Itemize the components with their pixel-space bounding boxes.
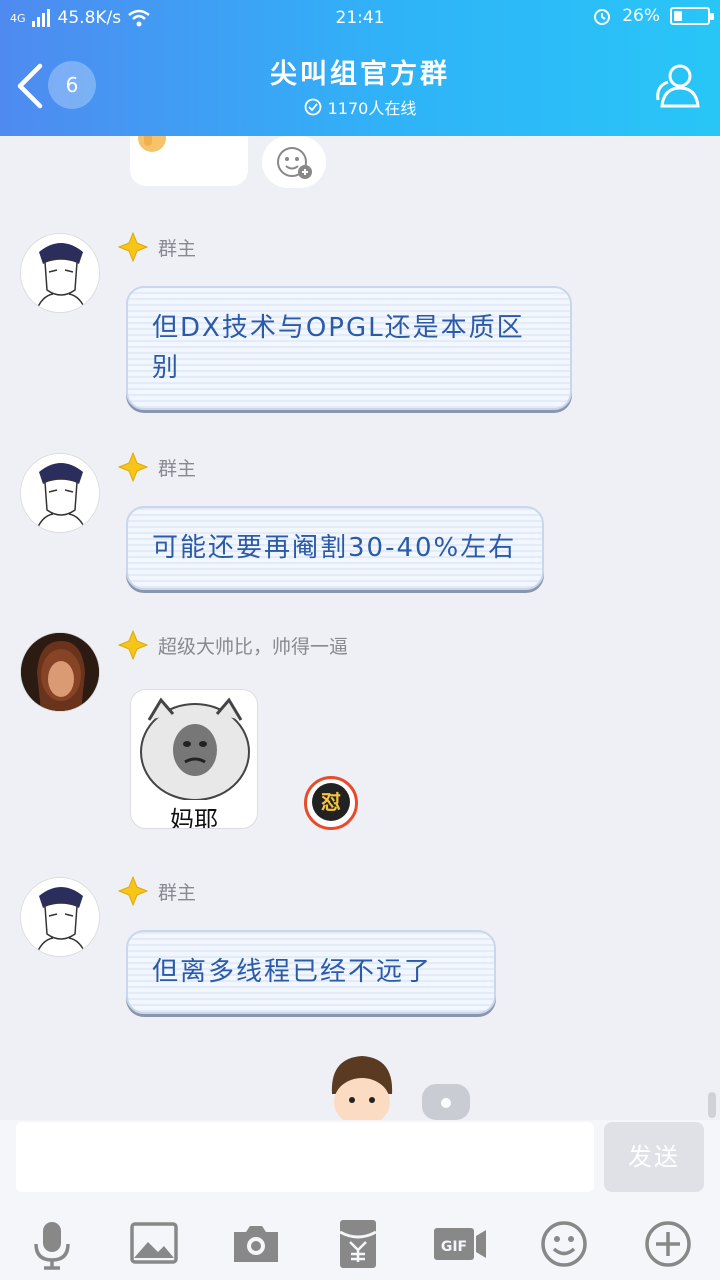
avatar[interactable]: [20, 632, 100, 712]
reaction-badge[interactable]: 怼: [304, 776, 358, 830]
sender-line: 群主: [118, 232, 196, 262]
group-owner-badge-icon: [118, 232, 148, 262]
camera-icon[interactable]: [228, 1216, 284, 1272]
message-text: 但DX技术与OPGL还是本质区别: [152, 313, 525, 383]
battery-icon: [670, 7, 714, 25]
anime-avatar-icon: [21, 878, 99, 956]
alarm-icon: [594, 9, 611, 25]
small-bubble-glyph: [441, 1098, 451, 1108]
svg-text:GIF: GIF: [441, 1239, 467, 1255]
sender-name: 超级大帅比，帅得一逼: [158, 635, 349, 658]
top-bar: 4G 45.8K/s 21:41 26% 6 尖叫组官方群 1170人在线: [0, 0, 720, 136]
add-reaction-button[interactable]: [262, 136, 326, 188]
sticker-caption: 妈耶: [170, 806, 218, 829]
sender-name: 群主: [158, 457, 197, 480]
input-bar: 发送 GIF: [0, 1120, 720, 1280]
chat-area[interactable]: 群主 但DX技术与OPGL还是本质区别 群主 可能还要再阉割30-40%左右 超…: [0, 136, 720, 1120]
member-badge-icon: [118, 630, 148, 660]
scrollbar[interactable]: [708, 1092, 716, 1118]
message-text: 但离多线程已经不远了: [152, 957, 433, 987]
sender-line: 群主: [118, 876, 196, 906]
online-count-text: 1170人在线: [327, 99, 417, 118]
sender-name: 群主: [158, 237, 197, 260]
message-bubble[interactable]: 但离多线程已经不远了: [126, 930, 496, 1014]
avatar[interactable]: [20, 453, 100, 533]
thumbs-up-sticker-icon: [138, 136, 166, 152]
emoji-icon[interactable]: [536, 1216, 592, 1272]
group-members-icon[interactable]: [650, 62, 702, 110]
plus-icon[interactable]: [640, 1216, 696, 1272]
gif-icon[interactable]: GIF: [432, 1216, 488, 1272]
avatar[interactable]: [20, 233, 100, 313]
anime-avatar-icon: [21, 234, 99, 312]
message-input[interactable]: [16, 1122, 594, 1192]
small-chat-bubble[interactable]: [422, 1084, 470, 1120]
add-emoji-icon: [277, 147, 312, 179]
group-owner-badge-icon: [118, 452, 148, 482]
message-bubble[interactable]: 但DX技术与OPGL还是本质区别: [126, 286, 572, 410]
avatar[interactable]: [20, 877, 100, 957]
anime-avatar-icon: [21, 454, 99, 532]
image-icon[interactable]: [126, 1216, 182, 1272]
online-count: 1170人在线: [0, 95, 720, 119]
send-button[interactable]: 发送: [604, 1122, 704, 1192]
group-title: 尖叫组官方群: [270, 59, 450, 90]
sender-line: 超级大帅比，帅得一逼: [118, 630, 348, 660]
toolbar: GIF: [0, 1216, 720, 1276]
photo-avatar-icon: [21, 633, 99, 711]
red-packet-icon[interactable]: [330, 1216, 386, 1272]
group-owner-badge-icon: [118, 876, 148, 906]
sender-line: 群主: [118, 452, 196, 482]
cartoon-sticker-icon[interactable]: [326, 1054, 398, 1120]
mic-icon[interactable]: [24, 1216, 80, 1272]
message-text: 可能还要再阉割30-40%左右: [152, 533, 517, 563]
message-bubble[interactable]: 可能还要再阉割30-40%左右: [126, 506, 544, 590]
status-bar: 4G 45.8K/s 21:41 26%: [0, 0, 720, 36]
panda-meme-sticker-icon: [131, 690, 257, 801]
sticker-message[interactable]: 妈耶: [130, 689, 258, 829]
battery-percent: 26%: [622, 6, 660, 26]
sender-name: 群主: [158, 881, 197, 904]
check-circle-icon: [304, 98, 322, 116]
sticker-message[interactable]: [130, 136, 248, 186]
reaction-text: 怼: [312, 783, 350, 821]
